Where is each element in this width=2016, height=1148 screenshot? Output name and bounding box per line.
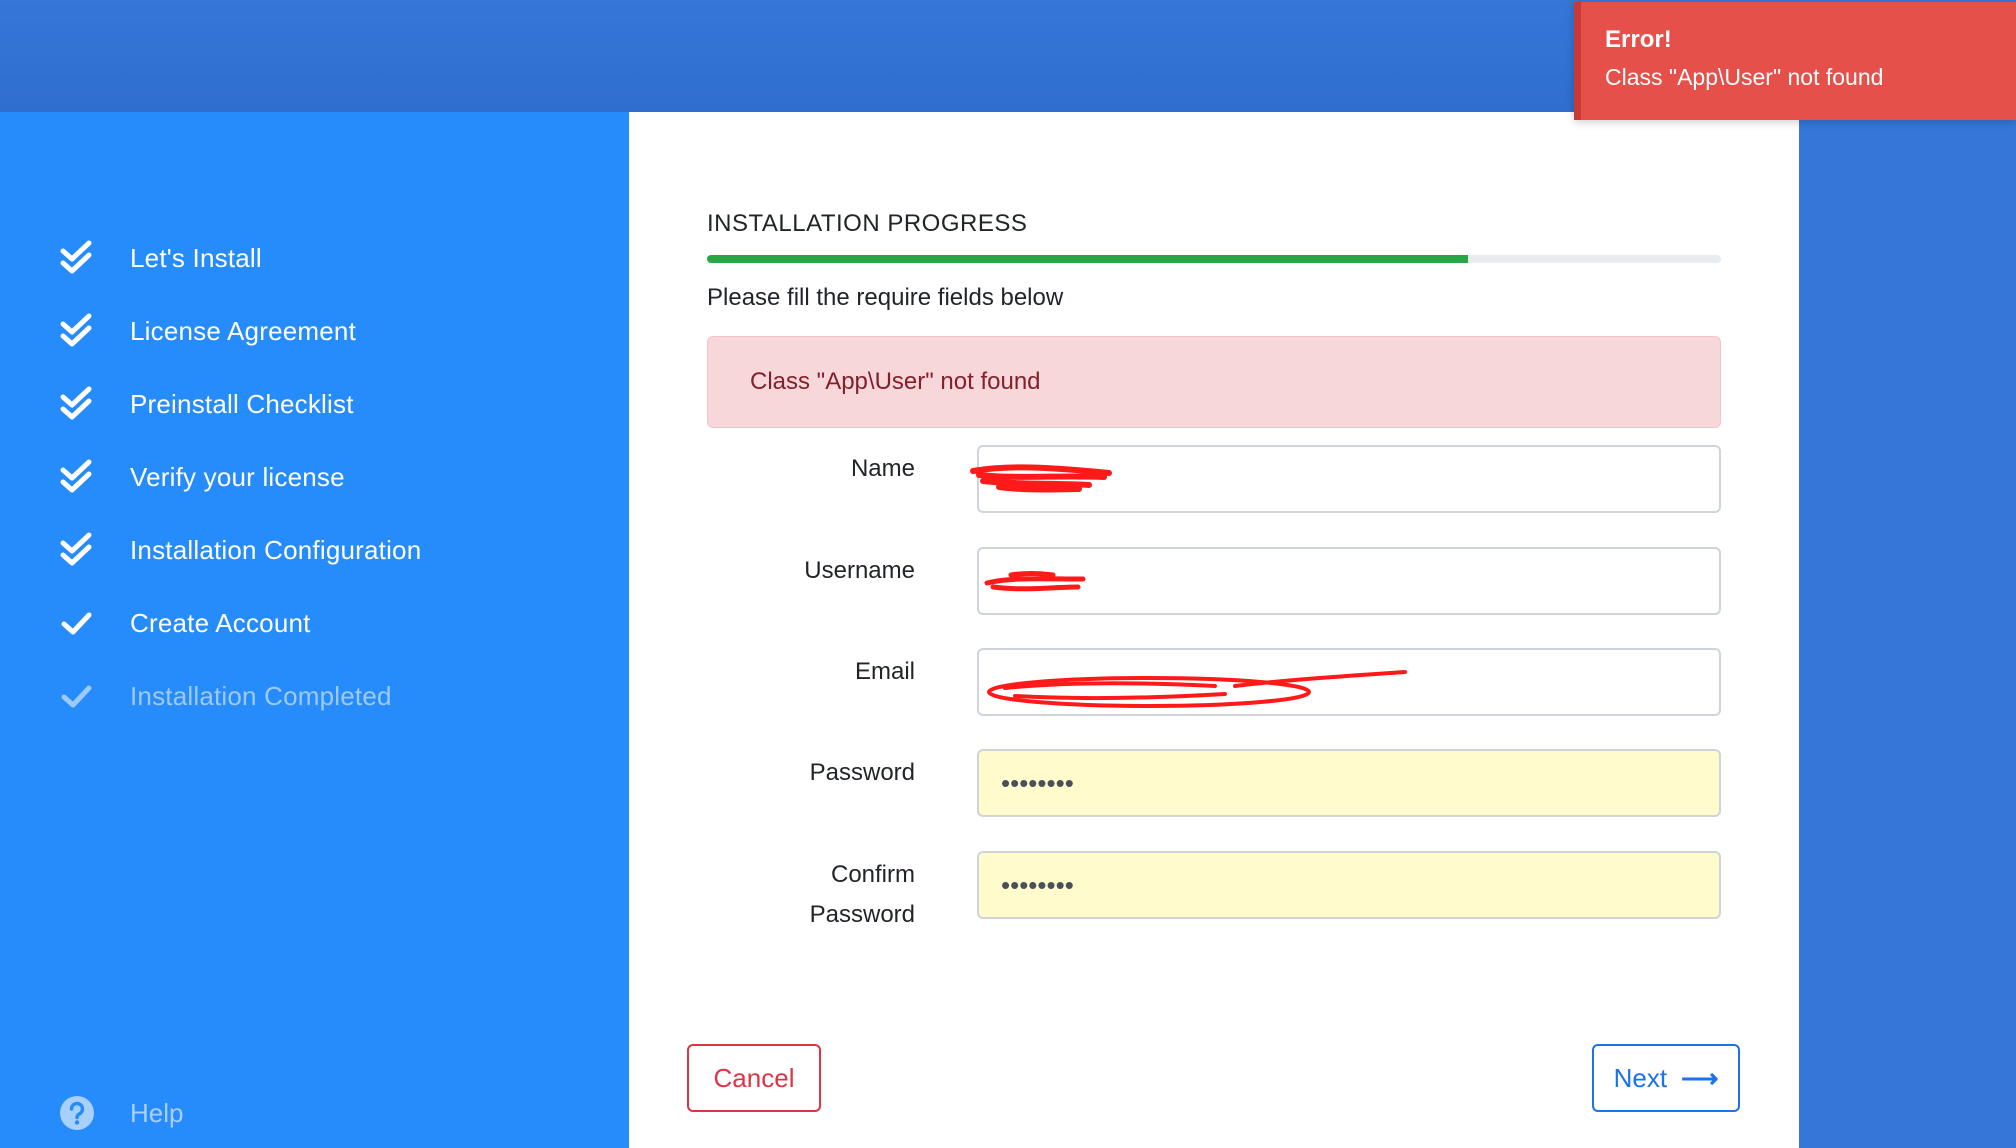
main-panel: INSTALLATION PROGRESS Please fill the re… bbox=[629, 112, 1799, 1148]
double-check-icon bbox=[60, 459, 92, 492]
sidebar-step-label: Verify your license bbox=[130, 462, 345, 492]
help-link[interactable]: Help bbox=[58, 1094, 183, 1132]
confirm-label-line1: Confirm bbox=[830, 861, 915, 888]
step-list: Let's Install License Agreement Preinsta… bbox=[58, 222, 421, 733]
confirm-password-input[interactable] bbox=[977, 851, 1721, 919]
help-label: Help bbox=[130, 1097, 184, 1128]
sidebar-step-label: Preinstall Checklist bbox=[130, 389, 354, 419]
error-toast[interactable]: Error! Class "App\User" not found bbox=[1574, 2, 2016, 120]
password-row: Password bbox=[707, 749, 1721, 819]
username-row: Username bbox=[707, 547, 1721, 617]
sidebar-step-lets-install: Let's Install bbox=[58, 222, 421, 295]
name-row: Name bbox=[707, 445, 1721, 515]
progress-fill bbox=[707, 255, 1468, 263]
sidebar-step-verify-license: Verify your license bbox=[58, 441, 421, 514]
double-check-icon bbox=[60, 313, 92, 346]
toast-message: Class "App\User" not found bbox=[1605, 64, 1884, 90]
email-input[interactable] bbox=[977, 648, 1721, 716]
page-title: INSTALLATION PROGRESS bbox=[707, 210, 1028, 237]
help-icon bbox=[60, 1096, 94, 1130]
name-label: Name bbox=[850, 455, 915, 482]
toast-title: Error! bbox=[1605, 26, 1672, 53]
email-label: Email bbox=[854, 658, 915, 685]
confirm-label-line2: Password bbox=[809, 901, 915, 928]
username-input[interactable] bbox=[977, 547, 1721, 615]
password-label: Password bbox=[809, 759, 915, 786]
sidebar-step-label: Let's Install bbox=[130, 243, 262, 273]
sidebar-step-installation-configuration: Installation Configuration bbox=[58, 514, 421, 587]
sidebar-step-label: Create Account bbox=[130, 608, 311, 638]
confirm-password-row: Confirm Password bbox=[707, 851, 1721, 928]
sidebar-step-license-agreement: License Agreement bbox=[58, 295, 421, 368]
form-instructions: Please fill the require fields below bbox=[707, 284, 1064, 311]
check-icon bbox=[61, 685, 92, 707]
sidebar-step-create-account: Create Account bbox=[58, 587, 421, 660]
email-row: Email bbox=[707, 648, 1721, 718]
password-input[interactable] bbox=[977, 749, 1721, 817]
sidebar-step-preinstall-checklist: Preinstall Checklist bbox=[58, 368, 421, 441]
sidebar-step-label: Installation Configuration bbox=[130, 535, 422, 565]
check-icon bbox=[61, 612, 92, 634]
right-background bbox=[1799, 112, 2016, 1148]
name-input[interactable] bbox=[977, 445, 1721, 513]
cancel-label: Cancel bbox=[713, 1062, 795, 1093]
next-label: Next bbox=[1613, 1062, 1668, 1093]
double-check-icon bbox=[60, 240, 92, 273]
next-button[interactable]: Next ⟶ bbox=[1592, 1044, 1740, 1112]
confirm-password-label: Confirm Password bbox=[715, 855, 915, 935]
arrow-right-icon: ⟶ bbox=[1681, 1062, 1719, 1093]
username-label: Username bbox=[804, 557, 915, 584]
progress-bar bbox=[707, 255, 1721, 263]
sidebar-step-label: Installation Completed bbox=[130, 681, 392, 711]
sidebar-step-installation-completed: Installation Completed bbox=[58, 660, 421, 733]
sidebar: Let's Install License Agreement Preinsta… bbox=[0, 112, 629, 1148]
error-alert: Class "App\User" not found bbox=[707, 336, 1721, 428]
double-check-icon bbox=[60, 386, 92, 419]
cancel-button[interactable]: Cancel bbox=[687, 1044, 821, 1112]
sidebar-step-label: License Agreement bbox=[130, 316, 356, 346]
double-check-icon bbox=[60, 532, 92, 565]
